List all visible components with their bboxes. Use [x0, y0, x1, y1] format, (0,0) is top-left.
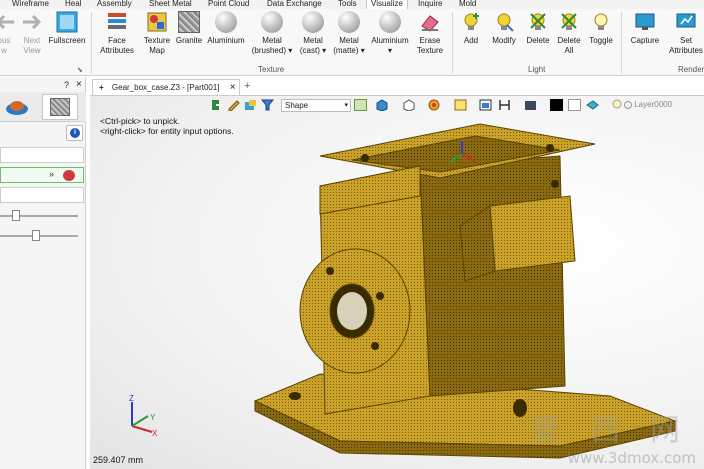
- next-view-button[interactable]: Next View: [19, 11, 45, 56]
- menu-point-cloud[interactable]: Point Cloud: [208, 0, 249, 8]
- metal-brushed-button[interactable]: Metal (brushed) ▾: [250, 11, 294, 56]
- menu-tools[interactable]: Tools: [338, 0, 357, 8]
- capture-button[interactable]: Capture: [627, 11, 663, 46]
- texture-group-label: Texture: [258, 65, 285, 74]
- eraser-icon: [419, 11, 441, 33]
- part-icon: [6, 101, 28, 115]
- axis-z-label: Z: [129, 394, 134, 403]
- history-tab[interactable]: [2, 96, 28, 118]
- menu-visualize[interactable]: Visualize: [366, 0, 408, 9]
- arrow-left-icon: [0, 11, 16, 33]
- granite-swatch-icon: [50, 98, 70, 116]
- metal-matte-sphere-icon: [338, 11, 360, 33]
- light-add-icon: [460, 11, 482, 33]
- face-attributes-button[interactable]: Face Attributes: [96, 11, 138, 56]
- erase-texture-button[interactable]: Erase Texture: [414, 11, 446, 56]
- set-attributes-button[interactable]: Set Attributes: [666, 11, 704, 56]
- watermark-glyphs: 夏 西 网: [530, 413, 690, 448]
- texture-map-button[interactable]: Texture Map: [141, 11, 173, 56]
- bolt-hole: [546, 144, 554, 152]
- previous-view-button[interactable]: ous w: [0, 11, 14, 56]
- metal-brushed-sphere-icon: [261, 11, 283, 33]
- bolt-hole: [289, 392, 301, 400]
- light-group-label: Light: [528, 65, 546, 74]
- info-icon: i: [70, 128, 80, 138]
- axis-x-label: X: [152, 429, 158, 438]
- light-delete-all-icon: [558, 11, 580, 33]
- document-tab-close-icon[interactable]: ×: [230, 82, 236, 93]
- metal-cast-button[interactable]: Metal (cast) ▾: [296, 11, 330, 56]
- metal-cast-sphere-icon: [302, 11, 324, 33]
- group-expand-icon[interactable]: ⬊: [77, 66, 83, 74]
- metal-matte-button[interactable]: Metal (matte) ▾: [332, 11, 366, 56]
- face-attributes-icon: [106, 11, 128, 33]
- aluminium-dropdown-sphere-icon: [379, 11, 401, 33]
- aluminium-button[interactable]: Aluminium: [204, 11, 248, 46]
- panel-tabs: [0, 92, 86, 122]
- 3d-viewport[interactable]: Shape ▾ Layer0000 <Ctrl-pick> to unpick.…: [90, 95, 704, 469]
- light-modify-button[interactable]: Modify: [488, 11, 520, 46]
- menu-wireframe[interactable]: Wireframe: [12, 0, 49, 8]
- light-toggle-icon: [590, 11, 612, 33]
- group-separator: [452, 12, 453, 74]
- fullscreen-icon: [56, 11, 78, 33]
- panel-close-button[interactable]: ×: [76, 79, 82, 90]
- arrow-right-icon: [21, 11, 43, 33]
- info-button[interactable]: i: [66, 125, 83, 141]
- new-tab-button[interactable]: +: [244, 80, 250, 92]
- menu-mold[interactable]: Mold: [459, 0, 476, 8]
- light-delete-button[interactable]: Delete: [523, 11, 553, 46]
- axis-y-label: Y: [150, 413, 156, 422]
- bolt-hole: [361, 154, 369, 162]
- aluminium-dropdown-button[interactable]: Aluminium ▾: [368, 11, 412, 56]
- slider-thumb-2[interactable]: [32, 230, 40, 241]
- panel-field-2[interactable]: [0, 187, 84, 203]
- pick-icon[interactable]: [63, 170, 75, 181]
- bolt-hole: [371, 342, 379, 350]
- bolt-hole: [551, 180, 559, 188]
- light-delete-all-button[interactable]: Delete All: [554, 11, 584, 56]
- bolt-hole: [326, 267, 334, 275]
- expand-chevron-icon[interactable]: »: [49, 169, 54, 179]
- panel-field-1[interactable]: [0, 147, 84, 163]
- slider-thumb-1[interactable]: [12, 210, 20, 221]
- scale-readout: 259.407 mm: [93, 455, 144, 465]
- bolt-hole: [376, 292, 384, 300]
- menu-inquire[interactable]: Inquire: [418, 0, 442, 8]
- menu-sheet-metal[interactable]: Sheet Metal: [149, 0, 192, 8]
- granite-icon: [178, 11, 200, 33]
- render-group-label: Render: [678, 65, 704, 74]
- pin-icon[interactable]: +: [99, 83, 104, 92]
- watermark-url: www.3dmox.com: [567, 449, 696, 467]
- menu-data-exchange[interactable]: Data Exchange: [267, 0, 322, 8]
- bearing-bore-inner: [337, 292, 367, 330]
- ribbon: ous w Next View Fullscreen ⬊ Face Attrib…: [0, 9, 704, 76]
- bolt-hole: [513, 399, 527, 417]
- panel-help-button[interactable]: ?: [64, 80, 69, 90]
- menu-assembly[interactable]: Assembly: [97, 0, 132, 8]
- light-add-button[interactable]: Add: [458, 11, 484, 46]
- light-modify-icon: [493, 11, 515, 33]
- group-separator: [91, 12, 92, 74]
- menu-bar: Wireframe Heal Assembly Sheet Metal Poin…: [0, 0, 704, 9]
- fullscreen-button[interactable]: Fullscreen: [47, 11, 87, 46]
- aluminium-sphere-icon: [215, 11, 237, 33]
- housing-side: [419, 155, 566, 397]
- light-delete-icon: [527, 11, 549, 33]
- manager-panel: ? × i »: [0, 77, 86, 469]
- light-toggle-button[interactable]: Toggle: [586, 11, 616, 46]
- group-separator: [621, 12, 622, 74]
- menu-heal[interactable]: Heal: [65, 0, 81, 8]
- texture-tab[interactable]: [42, 94, 78, 120]
- capture-icon: [634, 11, 656, 33]
- granite-button[interactable]: Granite: [175, 11, 203, 46]
- document-tab-title: Gear_box_case.Z3 - [Part001]: [111, 83, 220, 92]
- texture-map-icon: [146, 11, 168, 33]
- set-attributes-icon: [675, 11, 697, 33]
- right-bracket: [489, 195, 576, 272]
- document-tab[interactable]: + Gear_box_case.Z3 - [Part001] ×: [92, 79, 240, 95]
- texture-combo[interactable]: »: [0, 167, 84, 183]
